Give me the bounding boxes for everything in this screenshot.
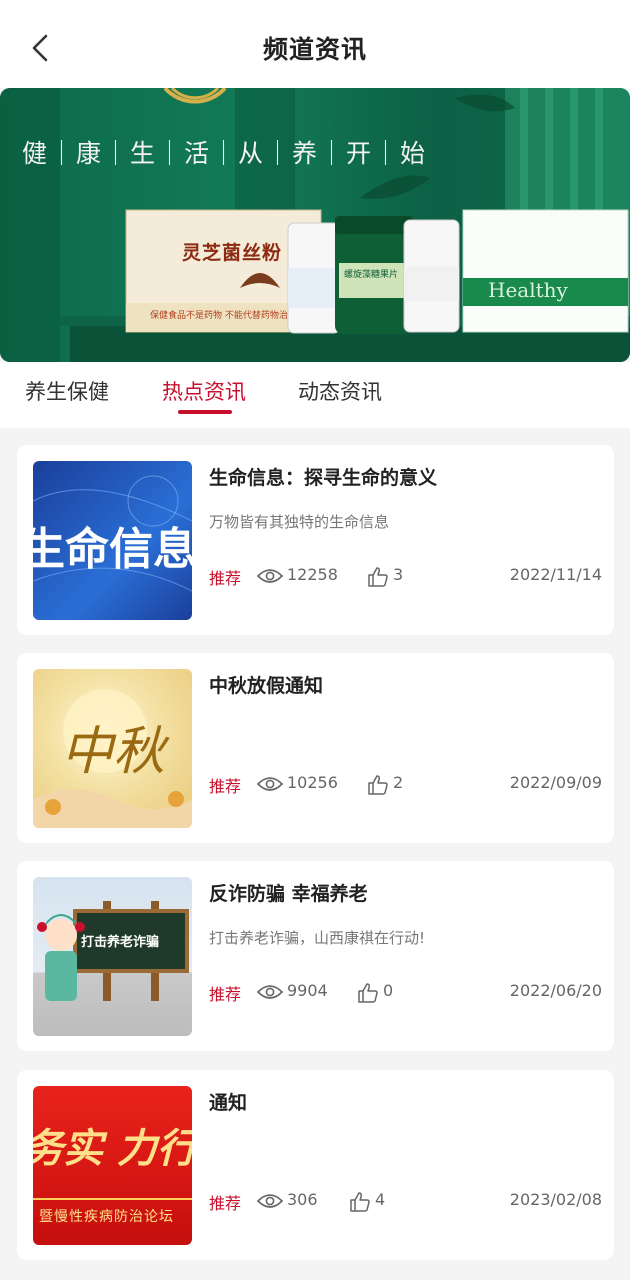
box-brand-label: Healthy (488, 278, 568, 302)
article-title: 通知 (209, 1092, 248, 1114)
top-bar: 频道资讯 (0, 0, 630, 88)
publish-date: 2023/02/08 (509, 1190, 602, 1209)
view-count: 306 (287, 1190, 318, 1209)
promo-banner[interactable]: 健｜康｜生｜活｜从｜养｜开｜始 灵芝菌丝粉 保健食品不是药物 不能代替药物治 螺… (0, 88, 630, 362)
article-thumbnail: 打击养老诈骗 (33, 877, 192, 1036)
tab-health-care[interactable]: 养生保健 (25, 376, 109, 406)
thumbnail-text: 中秋 (61, 722, 166, 782)
article-meta: 推荐 9904 0 2022/06/20 (209, 981, 602, 1007)
article-card[interactable]: 务实 力行 暨慢性疾病防治论坛 通知 推荐 306 4 2023/02/08 (17, 1070, 614, 1260)
thumbnail-text: 生命信息 (33, 524, 192, 575)
publish-date: 2022/09/09 (509, 773, 602, 792)
like-count: 2 (393, 773, 404, 792)
banner-illustration (0, 88, 630, 362)
like-thumb-icon[interactable] (349, 1191, 371, 1213)
publish-date: 2022/06/20 (509, 981, 602, 1000)
views-eye-icon (257, 569, 283, 583)
thumbnail-text: 务实 力行 (33, 1125, 192, 1172)
product-box-label: 灵芝菌丝粉 (182, 242, 283, 264)
views-eye-icon (257, 985, 283, 999)
article-thumbnail: 中秋 (33, 669, 192, 828)
thumbnail-text: 打击养老诈骗 (81, 935, 160, 950)
bottle-label: 螺旋藻糖果片 (344, 270, 399, 280)
recommend-tag: 推荐 (209, 985, 242, 1004)
view-count: 9904 (287, 981, 328, 1000)
like-thumb-icon[interactable] (357, 982, 379, 1004)
like-count: 3 (393, 565, 404, 584)
view-count: 12258 (287, 565, 338, 584)
category-tabs: 养生保健 热点资讯 动态资讯 (0, 362, 630, 428)
like-thumb-icon[interactable] (367, 566, 389, 588)
like-count: 4 (375, 1190, 386, 1209)
active-tab-indicator (178, 410, 232, 414)
article-meta: 推荐 306 4 2023/02/08 (209, 1190, 602, 1216)
article-description: 打击养老诈骗，山西康祺在行动! (209, 929, 426, 947)
banner-slogan: 健｜康｜生｜活｜从｜养｜开｜始 (22, 139, 428, 168)
article-thumbnail: 生命信息 (33, 461, 192, 620)
article-card[interactable]: 生命信息 生命信息：探寻生命的意义 万物皆有其独特的生命信息 推荐 12258 … (17, 445, 614, 635)
tab-dynamic-news[interactable]: 动态资讯 (298, 376, 382, 406)
like-thumb-icon[interactable] (367, 774, 389, 796)
view-count: 10256 (287, 773, 338, 792)
recommend-tag: 推荐 (209, 1194, 242, 1213)
tab-hot-news[interactable]: 热点资讯 (162, 376, 246, 406)
recommend-tag: 推荐 (209, 777, 242, 796)
product-box-subtext: 保健食品不是药物 不能代替药物治 (150, 311, 288, 321)
recommend-tag: 推荐 (209, 569, 242, 588)
article-title: 生命信息：探寻生命的意义 (209, 467, 438, 489)
article-card[interactable]: 中秋 中秋放假通知 推荐 10256 2 2022/09/09 (17, 653, 614, 843)
publish-date: 2022/11/14 (509, 565, 602, 584)
article-meta: 推荐 10256 2 2022/09/09 (209, 773, 602, 799)
article-title: 反诈防骗 幸福养老 (209, 883, 368, 905)
thumbnail-divider (33, 1198, 192, 1200)
page-title: 频道资讯 (262, 35, 367, 64)
article-card[interactable]: 打击养老诈骗 反诈防骗 幸福养老 打击养老诈骗，山西康祺在行动! 推荐 9904… (17, 861, 614, 1051)
article-thumbnail: 务实 力行 暨慢性疾病防治论坛 (33, 1086, 192, 1245)
article-meta: 推荐 12258 3 2022/11/14 (209, 565, 602, 591)
views-eye-icon (257, 777, 283, 791)
thumbnail-subtext: 暨慢性疾病防治论坛 (39, 1209, 174, 1225)
article-description: 万物皆有其独特的生命信息 (209, 513, 390, 531)
article-title: 中秋放假通知 (209, 675, 324, 697)
like-count: 0 (383, 981, 394, 1000)
views-eye-icon (257, 1194, 283, 1208)
